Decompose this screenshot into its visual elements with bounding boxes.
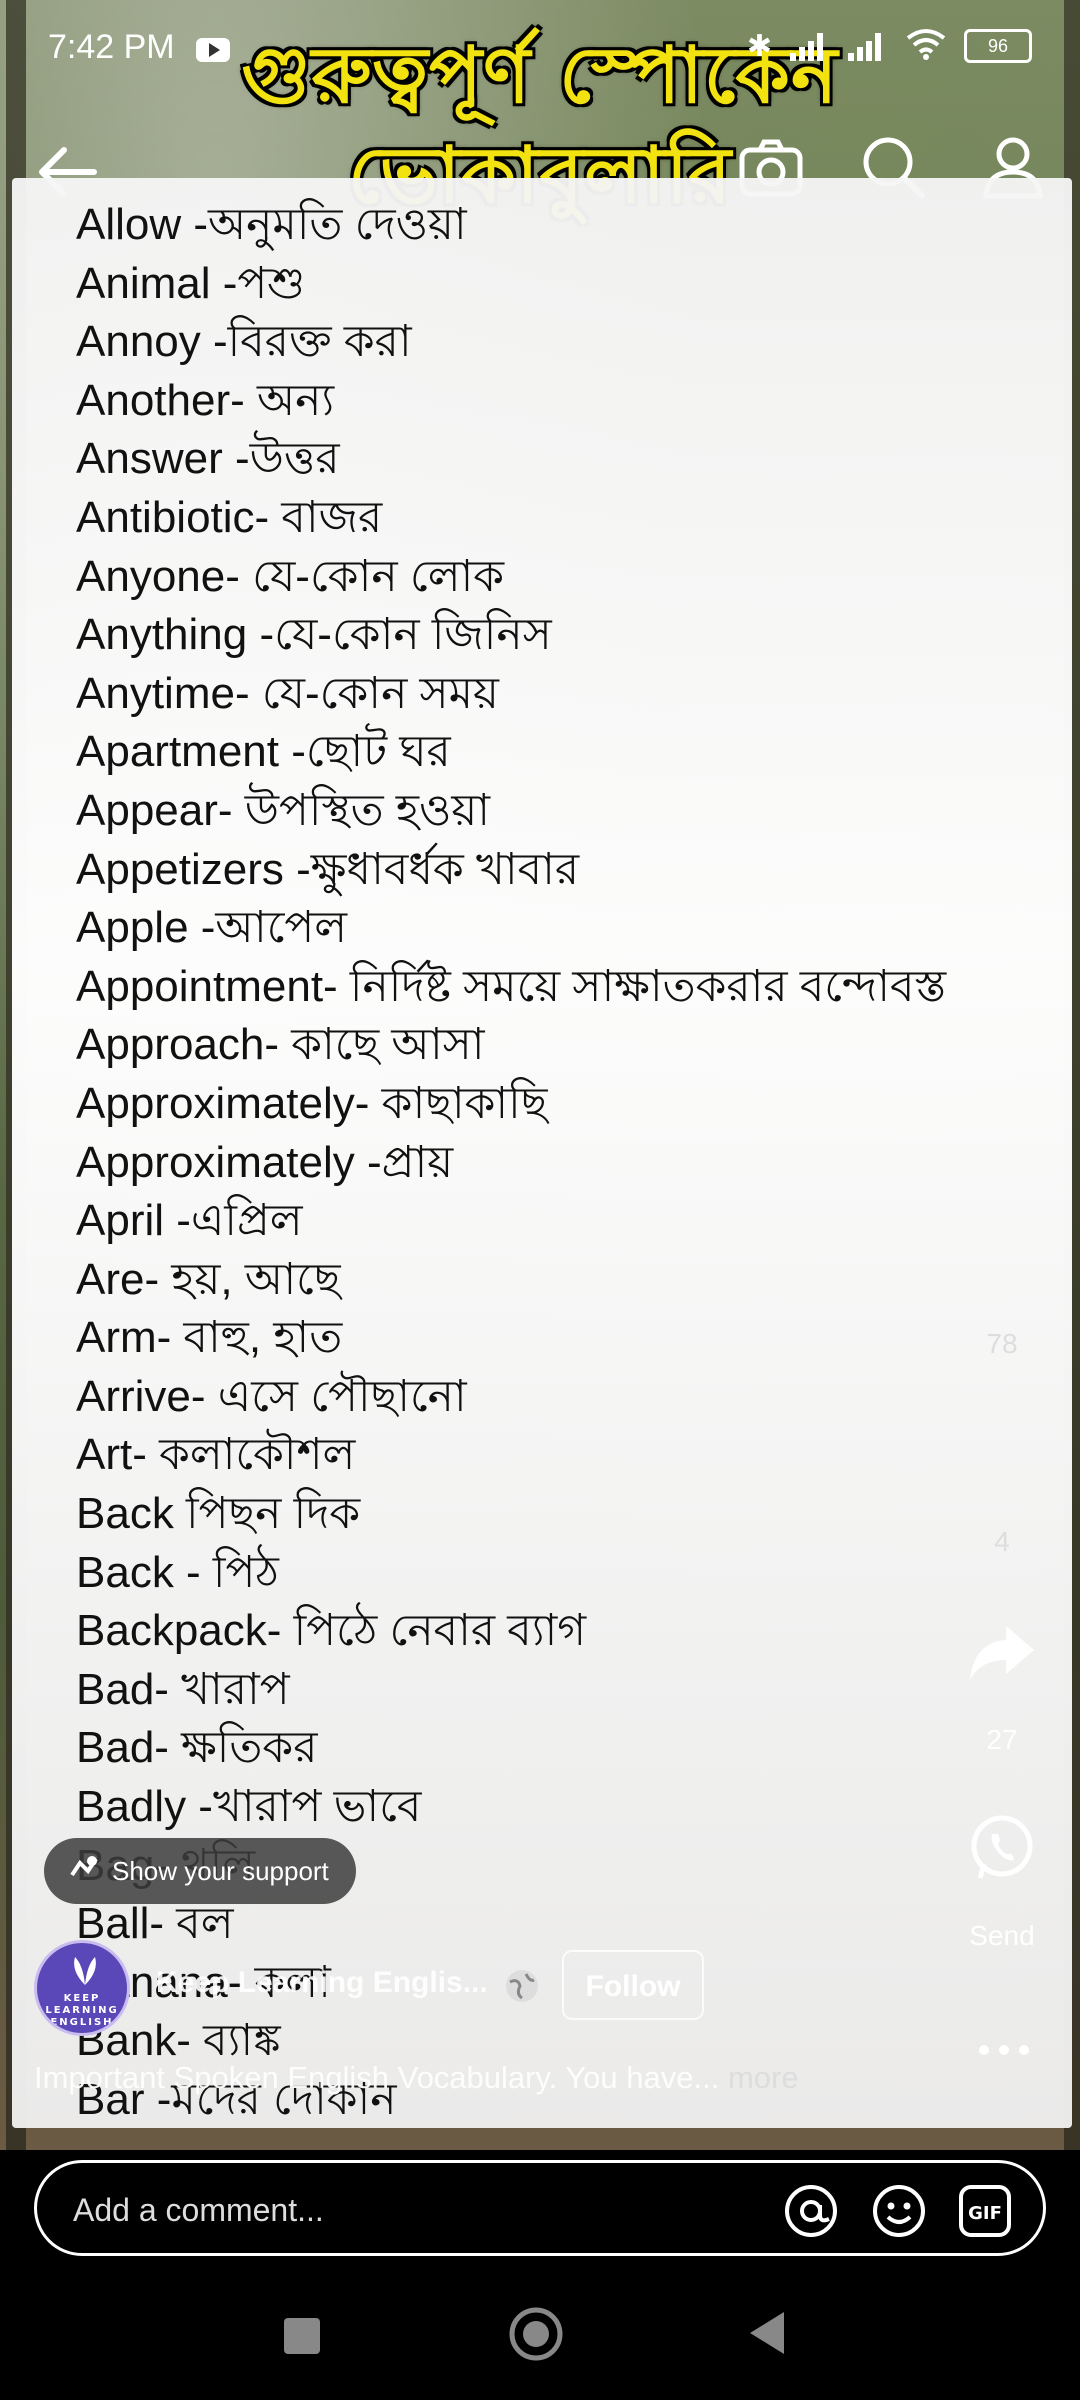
vocabulary-item: Allow -অনুমতি দেওয়া — [76, 200, 467, 249]
vocabulary-item: Anyone- যে-কোন লোক — [76, 551, 505, 601]
at-icon[interactable] — [783, 2183, 839, 2239]
wifi-icon — [906, 28, 946, 64]
recent-apps-button[interactable] — [284, 2318, 320, 2354]
comment-box: GIF — [34, 2160, 1046, 2256]
comment-bar: GIF — [0, 2150, 1080, 2260]
share-count: 27 — [986, 1724, 1018, 1755]
vocabulary-item: Arm- বাহু, হাত — [76, 1313, 343, 1363]
signal-icon — [790, 31, 830, 61]
vocabulary-item: Appointment- নির্দিষ্ট সময়ে সাক্ষাতকরার… — [76, 961, 947, 1011]
back-button[interactable] — [744, 2308, 792, 2358]
gif-icon[interactable]: GIF — [957, 2183, 1013, 2239]
vocabulary-item: Another- অন্য — [76, 375, 335, 425]
whatsapp-icon[interactable] — [966, 1812, 1038, 1884]
caption-text: Important Spoken English Vocabulary. You… — [34, 2060, 720, 2095]
send-label: Send — [969, 1920, 1035, 1951]
vocabulary-item: Bad- ক্ষতিকর — [76, 1723, 318, 1773]
vocabulary-item: Apartment -ছোট ঘর — [76, 727, 451, 777]
share-icon[interactable] — [966, 1620, 1038, 1686]
vocabulary-item: Art- কলাকৌশল — [76, 1430, 356, 1480]
vocabulary-item: Answer -উত্তর — [76, 434, 340, 484]
show-support-button[interactable]: Show your support — [44, 1838, 356, 1904]
battery-indicator: 96 — [964, 29, 1032, 63]
vocabulary-item: Anything -যে-কোন জিনিস — [76, 610, 552, 660]
support-label: Show your support — [112, 1855, 329, 1886]
vocabulary-item: Approximately- কাছাকাছি — [76, 1078, 548, 1128]
support-icon — [66, 1853, 100, 1890]
home-button[interactable] — [508, 2306, 564, 2362]
bluetooth-icon: ✱ — [746, 28, 772, 64]
vocabulary-item: Bad- খারাপ — [76, 1664, 290, 1714]
status-bar: 7:42 PM ✱ 96 — [0, 0, 1080, 90]
vocabulary-item: Appear- উপস্থিত হওয়া — [76, 785, 491, 835]
more-icon[interactable] — [976, 2040, 1032, 2060]
svg-text:GIF: GIF — [968, 2203, 1002, 2224]
comment-input[interactable] — [71, 2181, 775, 2239]
globe-icon — [504, 1968, 540, 2004]
vocabulary-item: Antibiotic- বাজর — [76, 492, 383, 542]
vocabulary-item: Animal -পশু — [76, 258, 306, 308]
author-name[interactable]: Keep Learning Englis... — [156, 1966, 488, 2000]
post-caption[interactable]: Important Spoken English Vocabulary. You… — [34, 2060, 799, 2096]
vocabulary-item: Are- হয়, আছে — [76, 1254, 341, 1304]
like-count: 78 — [986, 1328, 1018, 1359]
system-nav-bar — [0, 2270, 1080, 2400]
signal-2-icon — [848, 31, 888, 61]
emoji-icon[interactable] — [871, 2183, 927, 2239]
vocabulary-item: Backpack- পিঠে নেবার ব্যাগ — [76, 1606, 587, 1656]
follow-button[interactable]: Follow — [562, 1950, 704, 2020]
status-time: 7:42 PM — [48, 28, 175, 66]
vocabulary-item: Appetizers -ক্ষুধাবর্ধক খাবার — [76, 844, 580, 894]
vocabulary-item: Badly -খারাপ ভাবে — [76, 1782, 422, 1832]
vocabulary-item: Ball- বল — [76, 1899, 234, 1949]
avatar-text: KEEP LEARNING ENGLISH — [45, 1993, 119, 2028]
vocabulary-item: Approach- কাছে আসা — [76, 1020, 485, 1070]
vocabulary-item: April -এপ্রিল — [76, 1196, 303, 1246]
vocabulary-item: Approximately -প্রায় — [76, 1137, 454, 1187]
vocabulary-item: Back - পিঠ — [76, 1547, 279, 1597]
vocabulary-item: Annoy -বিরক্ত করা — [76, 317, 412, 367]
youtube-notification-icon — [196, 38, 230, 62]
vocabulary-item: Arrive- এসে পৌছানো — [76, 1371, 467, 1421]
vocabulary-item: Apple -আপেল — [76, 903, 348, 953]
author-avatar[interactable]: KEEP LEARNING ENGLISH — [34, 1940, 130, 2036]
comment-count: 4 — [994, 1526, 1010, 1557]
vocabulary-item: Anytime- যে-কোন সময় — [76, 668, 499, 718]
vocabulary-item: Back পিছন দিক — [76, 1489, 361, 1539]
caption-more-link[interactable]: more — [728, 2060, 799, 2095]
